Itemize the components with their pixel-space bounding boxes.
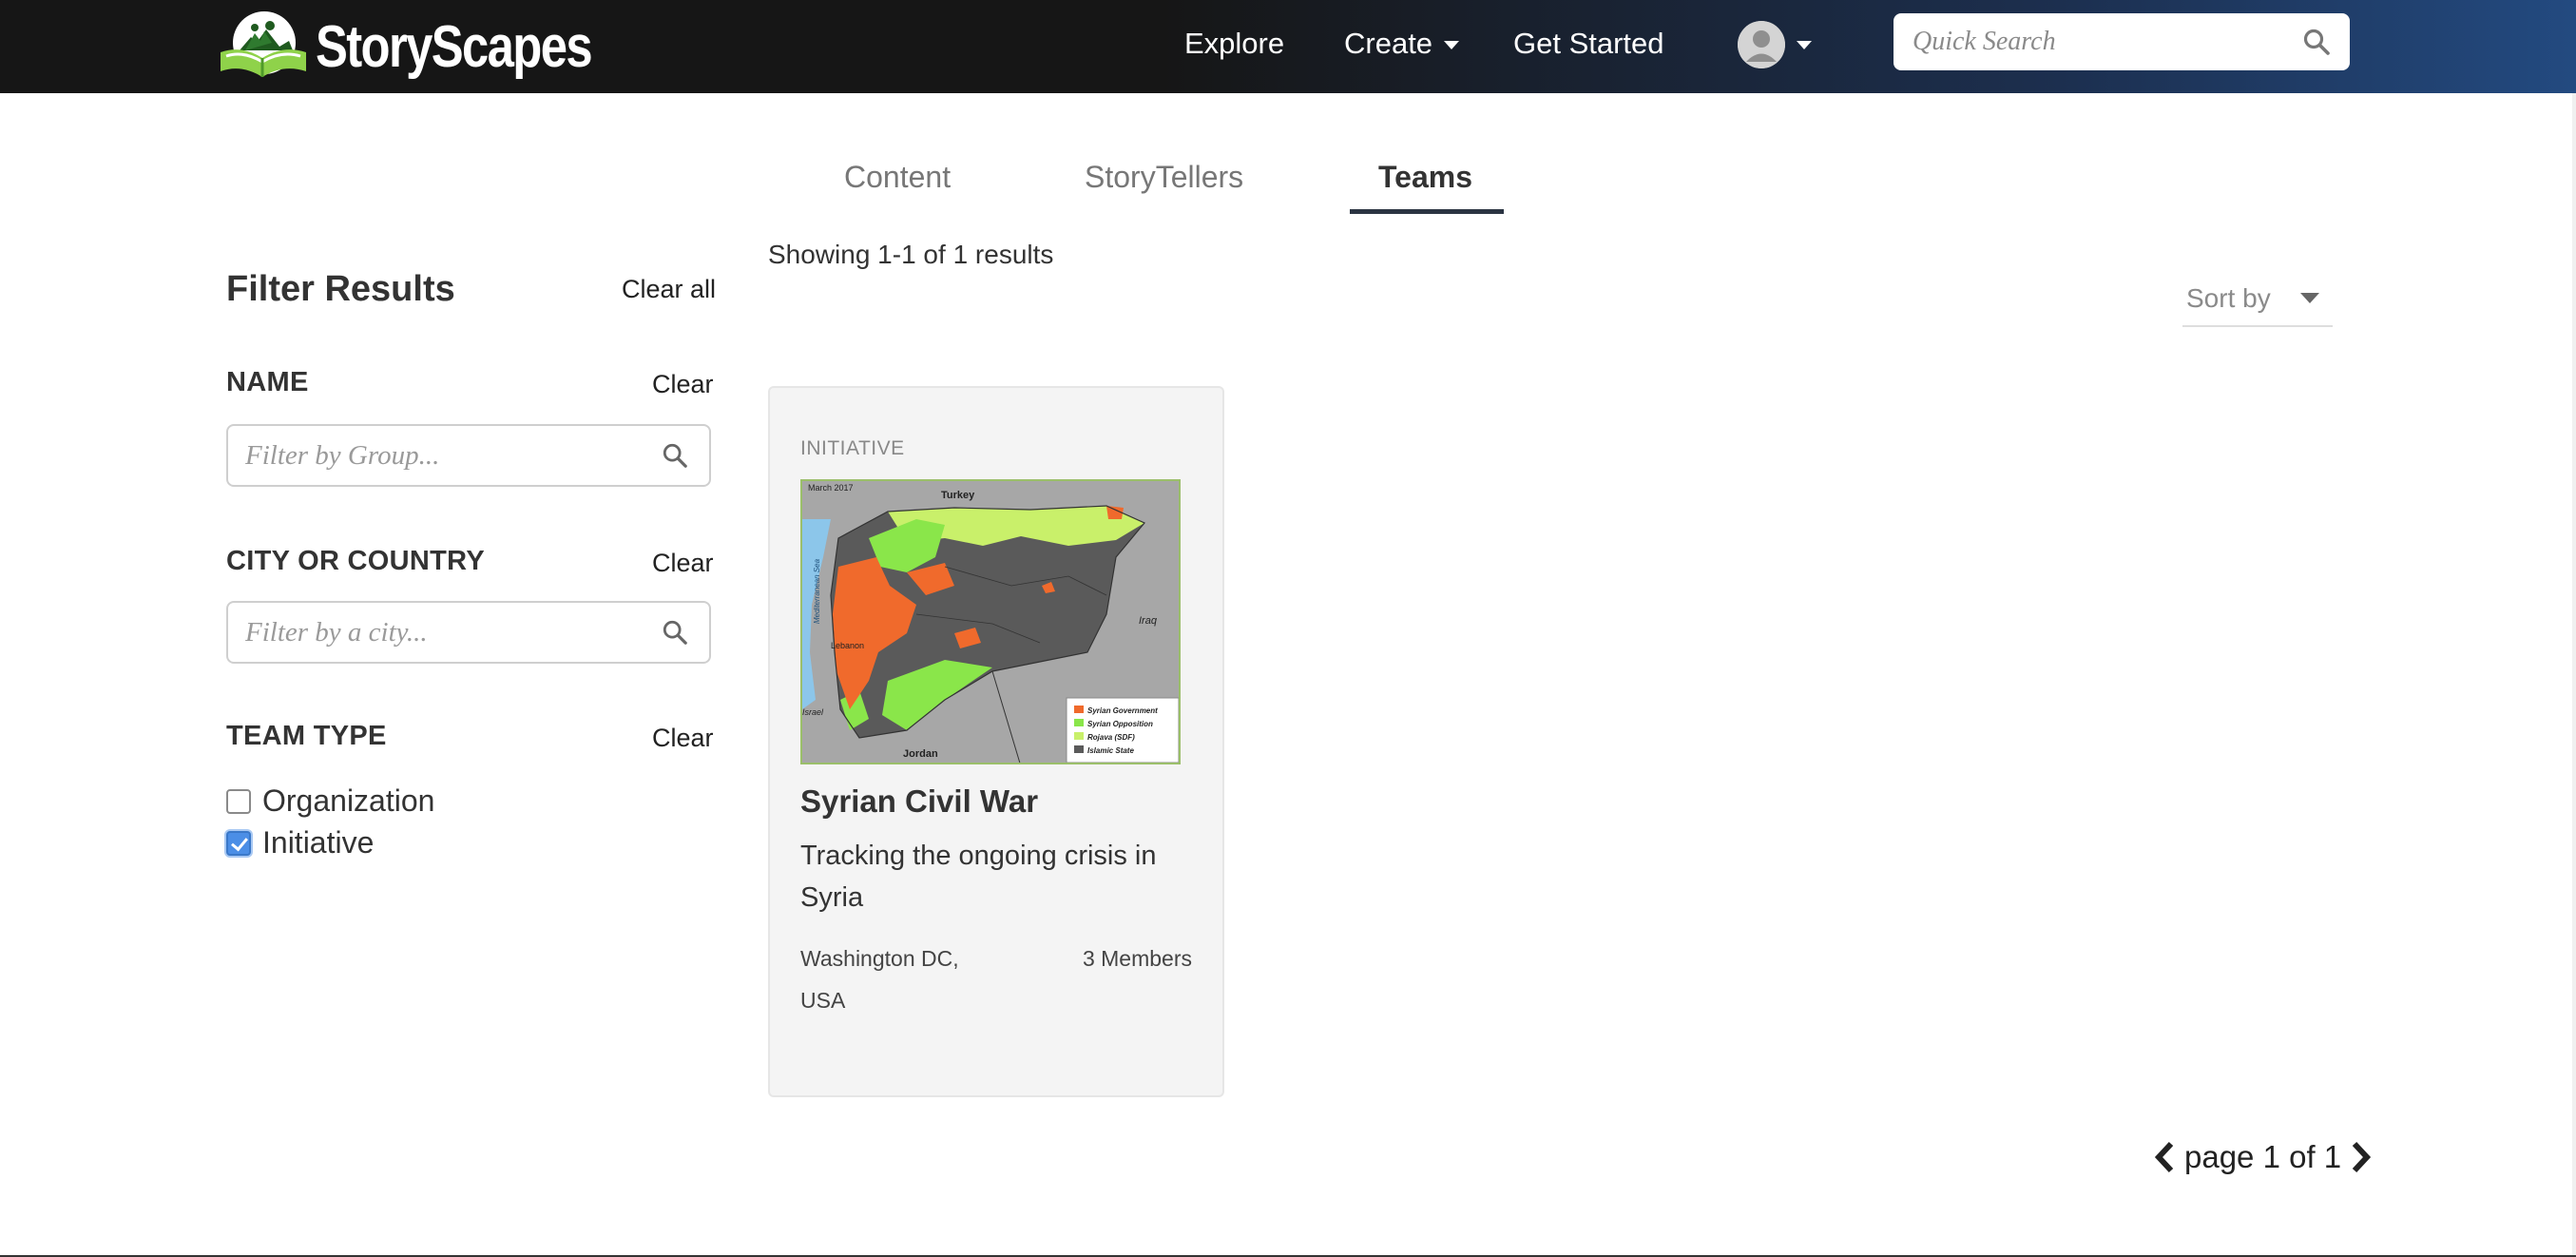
user-icon xyxy=(1738,21,1785,68)
organization-checkbox[interactable] xyxy=(226,788,251,814)
syria-map-image: March 2017 Turkey Iraq Jordan Lebanon Is… xyxy=(802,481,1179,763)
pagination: page 1 of 1 xyxy=(2152,1137,2374,1177)
card-map-image[interactable]: March 2017 Turkey Iraq Jordan Lebanon Is… xyxy=(800,479,1181,764)
chevron-right-icon[interactable] xyxy=(2349,1140,2374,1174)
legend-islamic-state: Islamic State xyxy=(1087,746,1134,755)
caret-down-icon xyxy=(2300,293,2319,303)
legend-opposition: Syrian Opposition xyxy=(1087,720,1153,728)
name-filter-box xyxy=(226,424,711,487)
nav-get-started-link[interactable]: Get Started xyxy=(1513,27,1664,61)
chevron-left-icon[interactable] xyxy=(2152,1140,2177,1174)
team-type-option-initiative[interactable]: Initiative xyxy=(226,825,374,861)
organization-label: Organization xyxy=(262,783,435,818)
clear-name-link[interactable]: Clear xyxy=(652,370,714,399)
map-legend: Syrian Government Syrian Opposition Roja… xyxy=(1066,697,1179,763)
team-type-filter-label: TEAM TYPE xyxy=(226,721,387,751)
name-filter-input[interactable] xyxy=(228,426,637,485)
results-count: Showing 1-1 of 1 results xyxy=(768,240,1054,269)
map-jordan-label: Jordan xyxy=(903,748,938,760)
city-filter-box xyxy=(226,601,711,664)
quick-search xyxy=(1894,13,2350,70)
page-edge xyxy=(2572,93,2576,1257)
top-navbar: StoryScapes Explore Create Get Started xyxy=(0,0,2576,93)
team-type-option-organization[interactable]: Organization xyxy=(226,783,434,819)
sort-by-label: Sort by xyxy=(2186,283,2271,313)
filter-results-title: Filter Results xyxy=(226,269,455,309)
card-description: Tracking the ongoing crisis in Syria xyxy=(800,841,1157,913)
card-member-count: 3 Members xyxy=(1082,946,1192,971)
nav-explore-link[interactable]: Explore xyxy=(1184,27,1284,61)
avatar xyxy=(1738,21,1785,68)
map-sea-label: Mediterranean Sea xyxy=(813,558,821,624)
initiative-checkbox[interactable] xyxy=(226,830,251,856)
legend-rojava: Rojava (SDF) xyxy=(1087,733,1135,742)
tab-teams[interactable]: Teams xyxy=(1378,160,1472,195)
map-lebanon-label: Lebanon xyxy=(831,641,864,650)
city-filter-input[interactable] xyxy=(228,603,637,662)
active-tab-indicator xyxy=(1350,209,1504,214)
tab-storytellers[interactable]: StoryTellers xyxy=(1085,160,1243,195)
city-filter-label: CITY OR COUNTRY xyxy=(226,546,485,576)
map-israel-label: Israel xyxy=(802,707,824,717)
card-title[interactable]: Syrian Civil War xyxy=(800,783,1038,820)
caret-down-icon xyxy=(1444,41,1460,50)
page-indicator: page 1 of 1 xyxy=(2184,1139,2342,1174)
search-icon[interactable] xyxy=(2302,28,2331,56)
card-location: Washington DC, USA xyxy=(800,946,959,1013)
search-icon[interactable] xyxy=(662,442,688,469)
map-date-label: March 2017 xyxy=(808,483,854,493)
clear-city-link[interactable]: Clear xyxy=(652,549,714,578)
storyscapes-logo-icon xyxy=(221,11,306,77)
brand-name: StoryScapes xyxy=(316,13,593,80)
user-menu[interactable] xyxy=(1738,21,1812,68)
team-card[interactable]: INITIATIVE March 2017 Turkey Iraq Jordan… xyxy=(768,386,1224,1097)
clear-all-link[interactable]: Clear all xyxy=(622,275,716,304)
clear-team-type-link[interactable]: Clear xyxy=(652,724,714,753)
caret-down-icon xyxy=(1797,40,1812,49)
card-team-type: INITIATIVE xyxy=(800,437,905,459)
tab-content[interactable]: Content xyxy=(844,160,951,195)
nav-create-label: Create xyxy=(1344,27,1433,60)
map-turkey-label: Turkey xyxy=(941,490,975,501)
name-filter-label: NAME xyxy=(226,367,309,397)
search-icon[interactable] xyxy=(662,619,688,646)
sort-by-dropdown[interactable]: Sort by xyxy=(2182,281,2333,327)
nav-create-menu[interactable]: Create xyxy=(1344,27,1460,61)
brand-home-link[interactable]: StoryScapes xyxy=(213,8,652,86)
map-iraq-label: Iraq xyxy=(1139,615,1158,627)
initiative-label: Initiative xyxy=(262,825,375,860)
quick-search-input[interactable] xyxy=(1894,15,2274,68)
legend-government: Syrian Government xyxy=(1087,706,1158,715)
